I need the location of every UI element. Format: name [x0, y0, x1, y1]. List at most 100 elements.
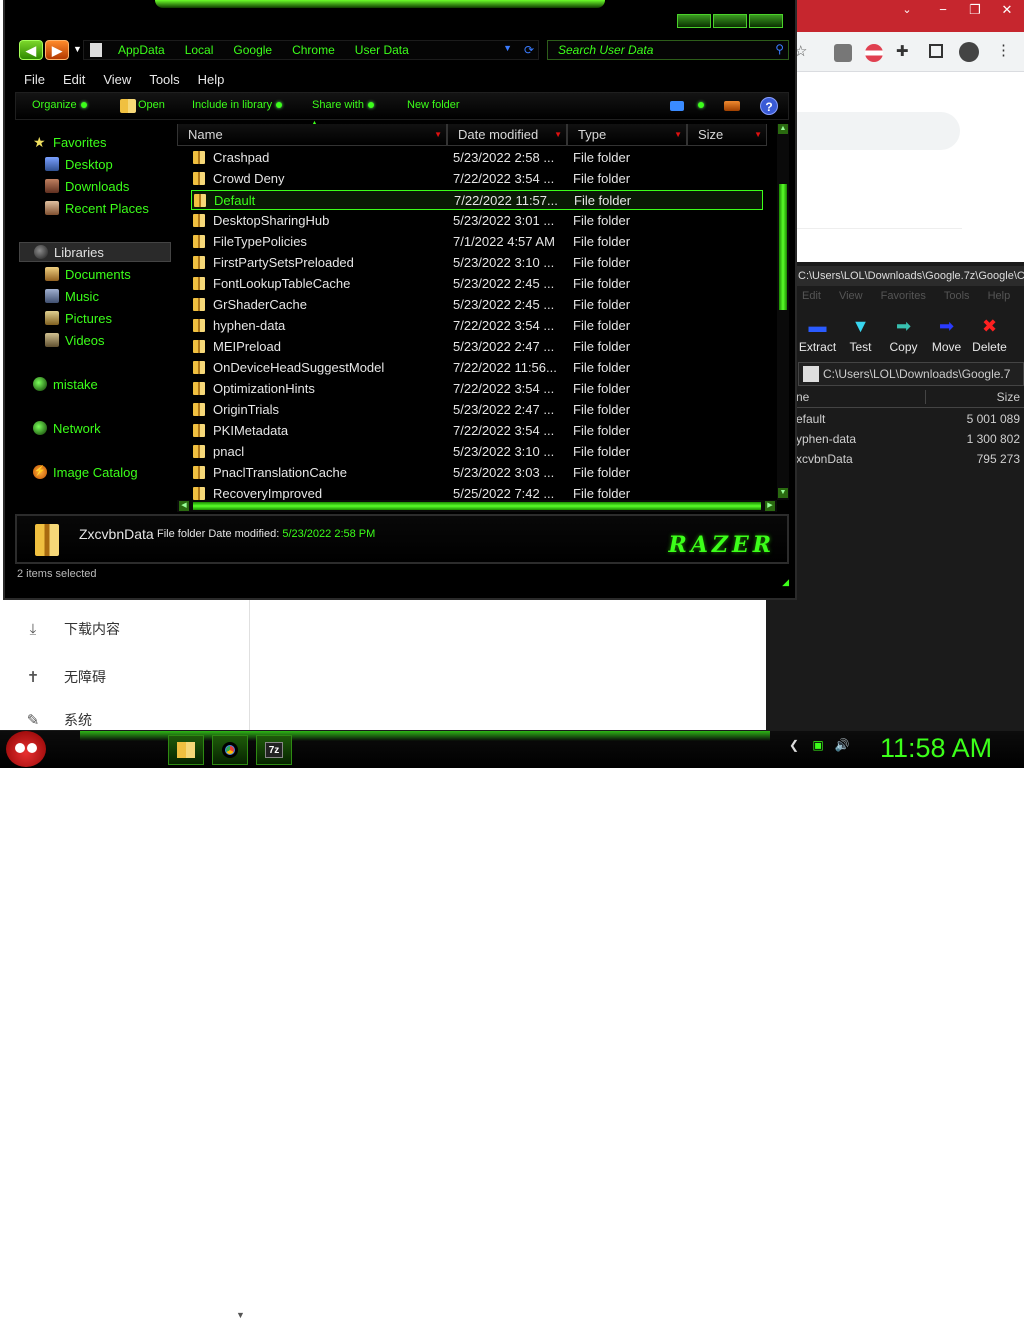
organize-button[interactable]: Organize — [32, 99, 87, 111]
file-row[interactable]: Crashpad 5/23/2022 2:58 ... File folder — [191, 148, 763, 168]
file-row[interactable]: Default 7/22/2022 11:57... File folder — [191, 190, 763, 210]
nav-documents[interactable]: Documents — [45, 264, 131, 284]
column-name[interactable]: ne — [796, 390, 926, 404]
refresh-icon[interactable]: ⟳ — [524, 43, 534, 57]
search-icon[interactable]: ⚲ — [775, 42, 784, 56]
nav-downloads[interactable]: Downloads — [45, 176, 129, 196]
column-header-type[interactable]: Type ▼ — [567, 124, 687, 146]
column-header-size[interactable]: Size ▼ — [687, 124, 767, 146]
breadcrumb-google[interactable]: Google — [223, 43, 282, 57]
close-button[interactable]: ✕ — [992, 0, 1022, 20]
7zip-address-bar[interactable]: C:\Users\LOL\Downloads\Google.7 — [798, 362, 1024, 386]
share-with-button[interactable]: Share with — [312, 99, 374, 111]
menu-help[interactable]: Help — [189, 70, 234, 90]
tab-search-chevron-icon[interactable]: ⌄ — [892, 0, 922, 20]
file-row[interactable]: PKIMetadata 7/22/2022 3:54 ... File folder — [191, 421, 763, 441]
nav-music[interactable]: Music — [45, 286, 99, 306]
nav-favorites[interactable]: ★ Favorites — [33, 132, 106, 152]
nav-libraries[interactable]: Libraries — [19, 242, 171, 262]
profile-avatar[interactable] — [959, 42, 979, 62]
menu-tools[interactable]: Tools — [140, 70, 188, 90]
vertical-scrollbar[interactable]: ▲ ▼ — [777, 124, 789, 500]
back-button[interactable]: ◀ — [19, 40, 43, 60]
maximize-button[interactable] — [713, 14, 747, 28]
file-row[interactable]: FontLookupTableCache 5/23/2022 2:45 ... Fi… — [191, 274, 763, 294]
network-status-icon[interactable]: ▣ — [810, 737, 826, 753]
settings-item-accessibility[interactable]: ✝ 无障碍 — [24, 662, 106, 692]
settings-search-bar[interactable] — [790, 112, 960, 150]
nav-videos[interactable]: Videos — [45, 330, 105, 350]
file-row[interactable]: GrShaderCache 5/23/2022 2:45 ... File fold… — [191, 295, 763, 315]
start-button[interactable] — [6, 731, 46, 767]
nav-mistake[interactable]: mistake — [33, 374, 98, 394]
horizontal-scrollbar[interactable]: ◀ ▶ — [177, 500, 777, 512]
new-folder-button[interactable]: New folder — [407, 99, 460, 111]
column-size[interactable]: Size — [997, 390, 1020, 404]
extract-button[interactable]: ▬ Extract — [796, 312, 839, 362]
tray-expand-icon[interactable]: ❮ — [786, 737, 802, 753]
file-row[interactable]: DesktopSharingHub 5/23/2022 3:01 ... File … — [191, 211, 763, 231]
scroll-down-icon[interactable]: ▼ — [236, 1310, 245, 1320]
menu-view[interactable]: View — [94, 70, 140, 90]
file-row[interactable]: OriginTrials 5/23/2022 2:47 ... File folde… — [191, 400, 763, 420]
scrollbar-thumb[interactable] — [193, 502, 761, 510]
file-row[interactable]: PnaclTranslationCache 5/23/2022 3:03 ... F… — [191, 463, 763, 483]
scroll-up-icon[interactable]: ▲ — [778, 124, 788, 134]
extensions-puzzle-icon[interactable]: ✚ — [896, 42, 909, 60]
file-row[interactable]: pnacl 5/23/2022 3:10 ... File folder — [191, 442, 763, 462]
taskbar-7zip-button[interactable]: 7z — [256, 735, 292, 765]
include-in-library-button[interactable]: Include in library — [192, 99, 283, 111]
file-row[interactable]: hyphen-data 7/22/2022 3:54 ... File folder — [191, 316, 763, 336]
flag-extension-icon[interactable] — [865, 44, 883, 62]
menu-tools[interactable]: Tools — [944, 290, 970, 308]
menu-view[interactable]: View — [839, 290, 863, 308]
column-dropdown-icon[interactable]: ▼ — [434, 130, 442, 139]
close-button[interactable] — [749, 14, 783, 28]
volume-icon[interactable]: 🔊 — [834, 737, 850, 753]
scroll-down-icon[interactable]: ▼ — [778, 488, 788, 498]
file-row[interactable]: RecoveryImproved 5/25/2022 7:42 ... File f… — [191, 484, 763, 500]
table-row[interactable]: xcvbnData 795 273 — [796, 452, 1024, 472]
taskbar-explorer-button[interactable] — [168, 735, 204, 765]
column-header-date[interactable]: Date modified ▼ — [447, 124, 567, 146]
file-row[interactable]: Crowd Deny 7/22/2022 3:54 ... File folder — [191, 169, 763, 189]
resize-grip-icon[interactable]: ◢ — [782, 577, 789, 588]
clock[interactable]: 11:58 AM — [880, 733, 992, 764]
forward-button[interactable]: ▶ — [45, 40, 69, 60]
ublock-extension-icon[interactable] — [834, 44, 852, 62]
scroll-left-icon[interactable]: ◀ — [179, 501, 189, 511]
view-dropdown[interactable] — [694, 99, 704, 111]
scrollbar-thumb[interactable] — [779, 184, 787, 310]
file-row[interactable]: OptimizationHints 7/22/2022 3:54 ... File … — [191, 379, 763, 399]
test-button[interactable]: ▼ Test — [839, 312, 882, 362]
help-icon[interactable]: ? — [760, 97, 778, 115]
copy-button[interactable]: ➡ Copy — [882, 312, 925, 362]
menu-edit[interactable]: Edit — [54, 70, 94, 90]
minimize-button[interactable] — [677, 14, 711, 28]
minimize-button[interactable]: − — [928, 0, 958, 20]
settings-item-system[interactable]: ✎ 系统 — [24, 710, 92, 730]
nav-pictures[interactable]: Pictures — [45, 308, 112, 328]
address-bar[interactable]: AppData Local Google Chrome User Data ▼ … — [83, 40, 539, 60]
taskbar-chrome-button[interactable] — [212, 735, 248, 765]
nav-network[interactable]: Network — [33, 418, 101, 438]
breadcrumb-local[interactable]: Local — [175, 43, 224, 57]
column-dropdown-icon[interactable]: ▼ — [554, 130, 562, 139]
breadcrumb-chrome[interactable]: Chrome — [282, 43, 345, 57]
move-button[interactable]: ➡ Move — [925, 312, 968, 362]
search-input[interactable]: Search User Data ⚲ — [547, 40, 789, 60]
settings-item-downloads[interactable]: ⤓ 下载内容 — [24, 614, 120, 644]
menu-edit[interactable]: Edit — [802, 290, 821, 308]
menu-file[interactable]: File — [15, 70, 54, 90]
nav-recent-places[interactable]: Recent Places — [45, 198, 149, 218]
column-dropdown-icon[interactable]: ▼ — [674, 130, 682, 139]
column-dropdown-icon[interactable]: ▼ — [754, 130, 762, 139]
side-panel-icon[interactable] — [929, 44, 943, 58]
chrome-menu-icon[interactable]: ⋮ — [996, 41, 1011, 59]
restore-button[interactable]: ❐ — [960, 0, 990, 20]
table-row[interactable]: yphen-data 1 300 802 — [796, 432, 1024, 452]
menu-help[interactable]: Help — [988, 290, 1011, 308]
breadcrumb-appdata[interactable]: AppData — [108, 43, 175, 57]
delete-button[interactable]: ✖ Delete — [968, 312, 1011, 362]
nav-desktop[interactable]: Desktop — [45, 154, 113, 174]
